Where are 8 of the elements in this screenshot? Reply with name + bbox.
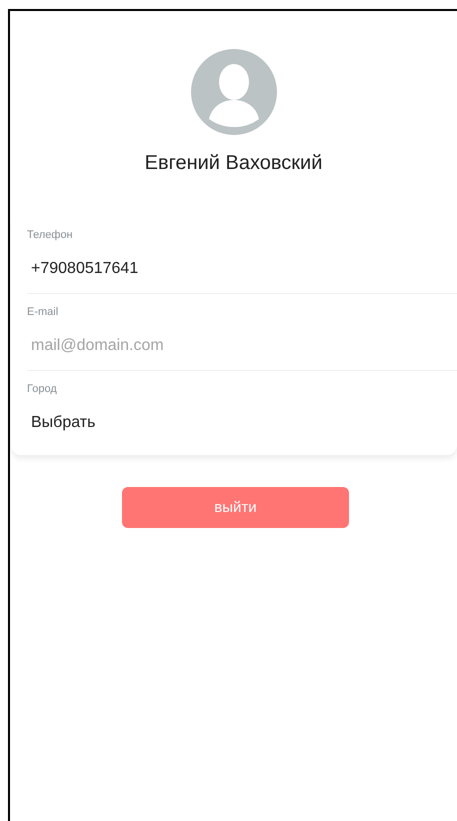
field-label: Телефон [27,229,73,242]
field-label: Город [27,383,57,396]
avatar-icon [190,49,276,135]
field-label: E-mail [27,306,58,319]
city-select[interactable]: Выбрать [31,413,96,433]
input-field[interactable]: mail@domain.com [31,336,169,356]
input-field[interactable]: +79080517641 [31,259,142,279]
user-name: Евгений Ваховский [144,151,322,175]
